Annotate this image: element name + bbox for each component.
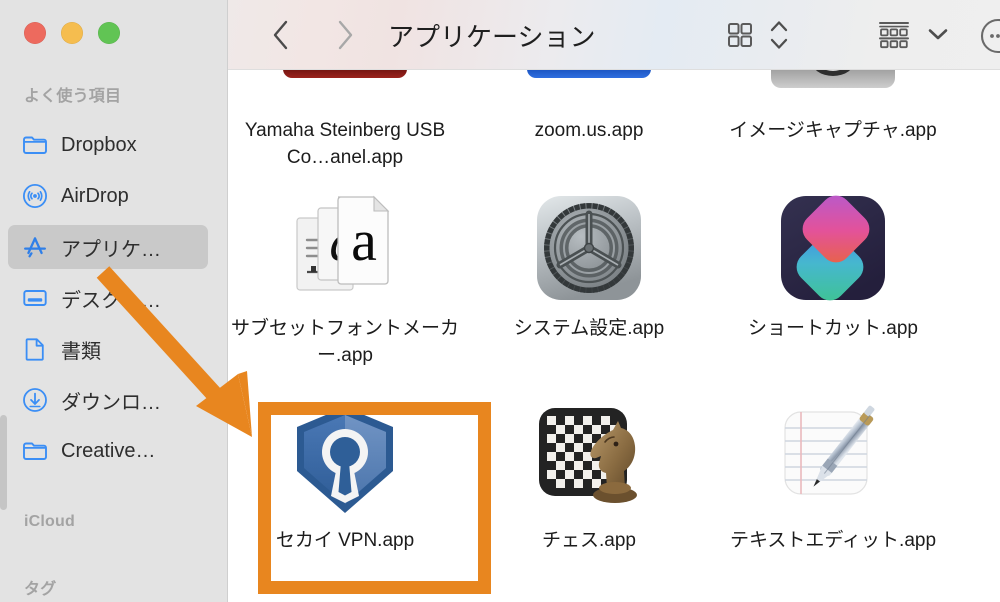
group-list-icon — [879, 22, 909, 49]
forward-button[interactable] — [324, 14, 366, 56]
sidebar: よく使う項目 iCloud タグ Dropbox AirDrop アプリケ… デ… — [0, 0, 228, 602]
file-label: テキストエディット.app — [729, 530, 937, 551]
file-item[interactable]: zoom.us.app — [467, 110, 711, 144]
document-icon — [22, 336, 48, 362]
image-capture-lens-icon — [815, 70, 851, 76]
chess-icon — [529, 400, 649, 520]
sidebar-section-icloud: iCloud — [24, 513, 75, 530]
finder-window: よく使う項目 iCloud タグ Dropbox AirDrop アプリケ… デ… — [0, 0, 1000, 602]
back-button[interactable] — [260, 14, 302, 56]
page-title: アプリケーション — [388, 21, 596, 52]
file-item[interactable]: システム設定.app — [467, 188, 711, 342]
file-item[interactable]: Yamaha Steinberg USB Co…anel.app — [229, 110, 467, 171]
more-circle-icon — [980, 18, 1000, 54]
folder-icon — [22, 132, 48, 158]
folder-icon — [22, 438, 48, 464]
grid-view-icon — [728, 23, 752, 47]
file-item[interactable]: テキストエディット.app — [711, 400, 955, 554]
sidebar-item-label: AirDrop — [61, 184, 129, 207]
view-sort-button[interactable] — [766, 16, 792, 54]
file-item[interactable]: a a サブセットフォントメーカー.app — [229, 188, 467, 369]
group-dropdown-button[interactable] — [924, 20, 952, 48]
sidebar-item-label: 書類 — [61, 340, 101, 363]
sidebar-item-airdrop[interactable]: AirDrop — [8, 174, 208, 218]
textedit-icon — [773, 400, 893, 520]
system-settings-icon — [529, 188, 649, 308]
chevron-right-icon — [338, 20, 353, 50]
sidebar-item-documents[interactable]: 書類 — [8, 327, 208, 371]
window-controls — [24, 22, 120, 44]
file-label: セカイ VPN.app — [275, 530, 415, 551]
close-button[interactable] — [24, 22, 46, 44]
sidebar-item-label: アプリケ… — [61, 238, 161, 261]
sidebar-item-creative[interactable]: Creative… — [8, 429, 208, 473]
file-label: システム設定.app — [513, 318, 665, 339]
sidebar-item-label: Dropbox — [61, 133, 137, 156]
sidebar-scrollbar[interactable] — [0, 415, 7, 510]
desktop-icon — [22, 285, 48, 311]
appstore-icon — [22, 234, 48, 260]
file-label: イメージキャプチャ.app — [729, 120, 937, 141]
download-icon — [22, 387, 48, 413]
file-label: Yamaha Steinberg USB Co…anel.app — [244, 120, 446, 168]
file-grid: Yamaha Steinberg USB Co…anel.app zoom.us… — [229, 70, 1000, 602]
chevron-down-icon — [928, 29, 948, 40]
yamaha-usb-control-panel-icon — [283, 70, 407, 78]
sekai-vpn-icon — [285, 400, 405, 520]
sidebar-item-label: ダウンロ… — [61, 391, 161, 414]
subset-font-maker-icon: a a — [285, 188, 405, 308]
toolbar: アプリケーション — [228, 0, 1000, 70]
sidebar-item-label: デスクト… — [61, 289, 161, 312]
group-button[interactable] — [874, 16, 914, 54]
sidebar-item-label: Creative… — [61, 439, 156, 462]
file-label: チェス.app — [542, 530, 636, 551]
sidebar-item-desktop[interactable]: デスクト… — [8, 276, 208, 320]
minimize-button[interactable] — [61, 22, 83, 44]
sidebar-section-tags: タグ — [24, 581, 57, 598]
sort-updown-icon — [770, 21, 788, 49]
sidebar-item-applications[interactable]: アプリケ… — [8, 225, 208, 269]
shortcuts-icon — [773, 188, 893, 308]
sidebar-section-favorites: よく使う項目 — [24, 88, 122, 105]
zoom-us-icon — [527, 70, 651, 78]
file-item[interactable]: ショートカット.app — [711, 188, 955, 342]
file-item[interactable]: イメージキャプチャ.app — [711, 110, 955, 144]
maximize-button[interactable] — [98, 22, 120, 44]
sidebar-item-downloads[interactable]: ダウンロ… — [8, 378, 208, 422]
action-menu-button[interactable] — [976, 14, 1000, 58]
file-label: サブセットフォントメーカー.app — [231, 318, 460, 366]
file-item-selected[interactable]: セカイ VPN.app — [229, 400, 467, 554]
airdrop-icon — [22, 183, 48, 209]
chevron-left-icon — [273, 20, 288, 50]
svg-text:a: a — [351, 208, 377, 273]
file-label: ショートカット.app — [748, 318, 918, 339]
file-label: zoom.us.app — [534, 120, 644, 141]
sidebar-item-dropbox[interactable]: Dropbox — [8, 123, 208, 167]
view-grid-button[interactable] — [722, 18, 758, 52]
file-item[interactable]: チェス.app — [467, 400, 711, 554]
